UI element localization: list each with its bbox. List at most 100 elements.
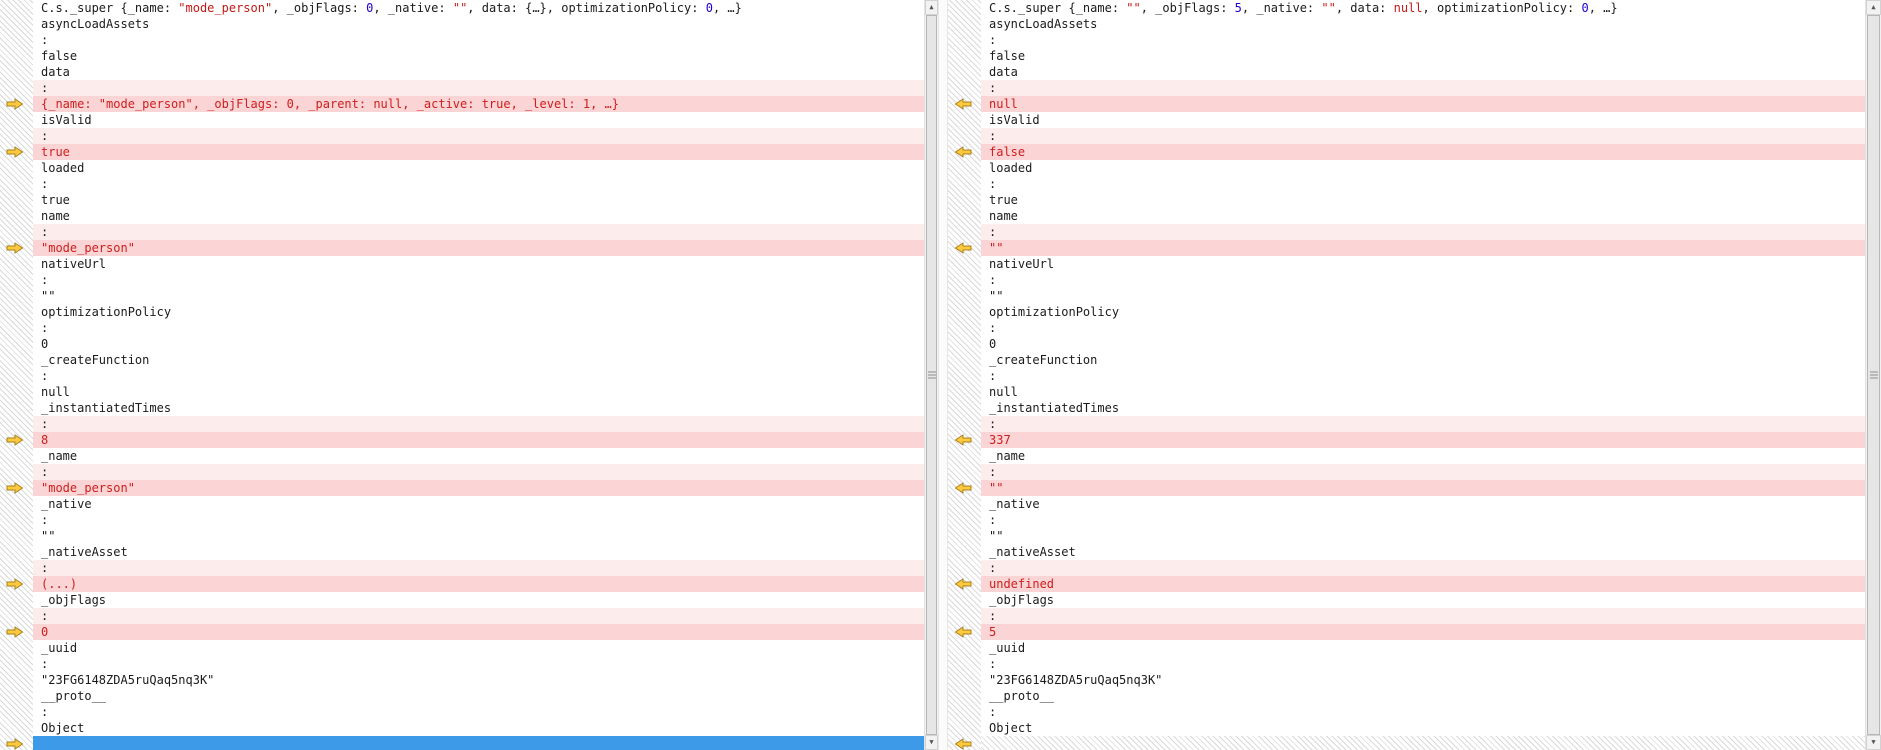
diff-row[interactable]: : bbox=[981, 32, 1865, 48]
diff-row[interactable]: : bbox=[33, 80, 924, 96]
diff-row[interactable]: isValid bbox=[33, 112, 924, 128]
diff-row[interactable]: __proto__ bbox=[981, 688, 1865, 704]
diff-row[interactable]: isValid bbox=[981, 112, 1865, 128]
diff-row[interactable]: _native bbox=[33, 496, 924, 512]
diff-row[interactable]: "" bbox=[981, 240, 1865, 256]
diff-row[interactable]: 0 bbox=[33, 336, 924, 352]
diff-row[interactable]: _uuid bbox=[981, 640, 1865, 656]
diff-row[interactable]: (...) bbox=[33, 576, 924, 592]
diff-row[interactable]: 0 bbox=[33, 624, 924, 640]
diff-row[interactable]: asyncLoadAssets bbox=[981, 16, 1865, 32]
diff-row[interactable]: 5 bbox=[981, 624, 1865, 640]
diff-row[interactable]: : bbox=[33, 656, 924, 672]
diff-row[interactable]: : bbox=[981, 80, 1865, 96]
diff-row[interactable]: "23FG6148ZDA5ruQaq5nq3K" bbox=[981, 672, 1865, 688]
diff-row[interactable]: : bbox=[981, 224, 1865, 240]
diff-row[interactable]: : bbox=[33, 416, 924, 432]
diff-row[interactable]: _nativeAsset bbox=[33, 544, 924, 560]
diff-row[interactable]: : bbox=[981, 128, 1865, 144]
diff-row[interactable]: : bbox=[981, 512, 1865, 528]
diff-row[interactable]: __proto__ bbox=[33, 688, 924, 704]
diff-row[interactable]: "mode_person" bbox=[33, 240, 924, 256]
diff-row[interactable]: loaded bbox=[33, 160, 924, 176]
diff-row[interactable]: : bbox=[981, 416, 1865, 432]
diff-row[interactable]: false bbox=[981, 48, 1865, 64]
panel-splitter[interactable] bbox=[938, 0, 948, 750]
diff-row[interactable]: "" bbox=[981, 480, 1865, 496]
diff-row[interactable]: : bbox=[981, 560, 1865, 576]
diff-row[interactable]: : bbox=[981, 704, 1865, 720]
diff-row[interactable]: loaded bbox=[981, 160, 1865, 176]
diff-row[interactable]: {_name: "mode_person", _objFlags: 0, _pa… bbox=[33, 96, 924, 112]
left-scroll-down-button[interactable]: ▼ bbox=[925, 735, 938, 750]
diff-row[interactable]: "23FG6148ZDA5ruQaq5nq3K" bbox=[33, 672, 924, 688]
missing-line-row[interactable] bbox=[981, 736, 1865, 750]
diff-row[interactable]: : bbox=[33, 128, 924, 144]
diff-row[interactable]: : bbox=[33, 512, 924, 528]
diff-row[interactable]: optimizationPolicy bbox=[981, 304, 1865, 320]
diff-row[interactable]: : bbox=[33, 368, 924, 384]
diff-row[interactable]: : bbox=[981, 176, 1865, 192]
diff-row[interactable]: data bbox=[981, 64, 1865, 80]
diff-row[interactable]: : bbox=[33, 608, 924, 624]
left-vertical-scrollbar[interactable]: ▲ ▼ bbox=[924, 0, 938, 750]
object-preview-header[interactable]: C.s._super {_name: "", _objFlags: 5, _na… bbox=[981, 0, 1865, 16]
diff-row[interactable]: 0 bbox=[981, 336, 1865, 352]
diff-row[interactable]: "" bbox=[33, 288, 924, 304]
diff-row[interactable]: : bbox=[33, 32, 924, 48]
left-scrollbar-thumb[interactable] bbox=[926, 15, 937, 735]
diff-row[interactable]: false bbox=[981, 144, 1865, 160]
diff-row[interactable]: : bbox=[981, 368, 1865, 384]
diff-row[interactable]: : bbox=[33, 224, 924, 240]
diff-row[interactable]: _objFlags bbox=[33, 592, 924, 608]
right-scrollbar-thumb[interactable] bbox=[1867, 15, 1880, 735]
diff-row[interactable]: _instantiatedTimes bbox=[33, 400, 924, 416]
diff-row[interactable]: data bbox=[33, 64, 924, 80]
diff-row[interactable]: true bbox=[981, 192, 1865, 208]
diff-row[interactable]: asyncLoadAssets bbox=[33, 16, 924, 32]
diff-row[interactable]: : bbox=[33, 464, 924, 480]
diff-row[interactable]: _createFunction bbox=[33, 352, 924, 368]
diff-row[interactable]: : bbox=[33, 176, 924, 192]
diff-row[interactable]: : bbox=[33, 272, 924, 288]
diff-row[interactable]: "" bbox=[33, 528, 924, 544]
diff-row[interactable]: : bbox=[981, 464, 1865, 480]
diff-row[interactable]: null bbox=[981, 384, 1865, 400]
right-vertical-scrollbar[interactable]: ▲ ▼ bbox=[1865, 0, 1881, 750]
diff-row[interactable]: nativeUrl bbox=[981, 256, 1865, 272]
diff-row[interactable]: Object bbox=[981, 720, 1865, 736]
diff-row[interactable]: "mode_person" bbox=[33, 480, 924, 496]
diff-row[interactable]: : bbox=[33, 320, 924, 336]
diff-row[interactable]: _objFlags bbox=[981, 592, 1865, 608]
diff-row[interactable]: : bbox=[981, 656, 1865, 672]
diff-row[interactable]: "" bbox=[981, 288, 1865, 304]
diff-row[interactable]: name bbox=[981, 208, 1865, 224]
diff-row[interactable]: : bbox=[981, 272, 1865, 288]
diff-row[interactable]: : bbox=[33, 704, 924, 720]
diff-row[interactable]: name bbox=[33, 208, 924, 224]
diff-row[interactable]: _native bbox=[981, 496, 1865, 512]
selected-diff-row[interactable] bbox=[33, 736, 924, 750]
diff-row[interactable]: _name bbox=[33, 448, 924, 464]
diff-row[interactable]: _instantiatedTimes bbox=[981, 400, 1865, 416]
diff-row[interactable]: "" bbox=[981, 528, 1865, 544]
diff-row[interactable]: null bbox=[981, 96, 1865, 112]
diff-row[interactable]: null bbox=[33, 384, 924, 400]
diff-row[interactable]: optimizationPolicy bbox=[33, 304, 924, 320]
diff-row[interactable]: : bbox=[981, 320, 1865, 336]
diff-row[interactable]: _nativeAsset bbox=[981, 544, 1865, 560]
diff-row[interactable]: nativeUrl bbox=[33, 256, 924, 272]
object-preview-header[interactable]: C.s._super {_name: "mode_person", _objFl… bbox=[33, 0, 924, 16]
diff-row[interactable]: 337 bbox=[981, 432, 1865, 448]
right-scroll-up-button[interactable]: ▲ bbox=[1866, 0, 1881, 15]
diff-row[interactable]: 8 bbox=[33, 432, 924, 448]
diff-row[interactable]: _name bbox=[981, 448, 1865, 464]
diff-row[interactable]: undefined bbox=[981, 576, 1865, 592]
diff-row[interactable]: Object bbox=[33, 720, 924, 736]
diff-row[interactable]: _uuid bbox=[33, 640, 924, 656]
diff-row[interactable]: : bbox=[981, 608, 1865, 624]
diff-row[interactable]: false bbox=[33, 48, 924, 64]
diff-row[interactable]: _createFunction bbox=[981, 352, 1865, 368]
right-scroll-down-button[interactable]: ▼ bbox=[1866, 735, 1881, 750]
diff-row[interactable]: true bbox=[33, 144, 924, 160]
